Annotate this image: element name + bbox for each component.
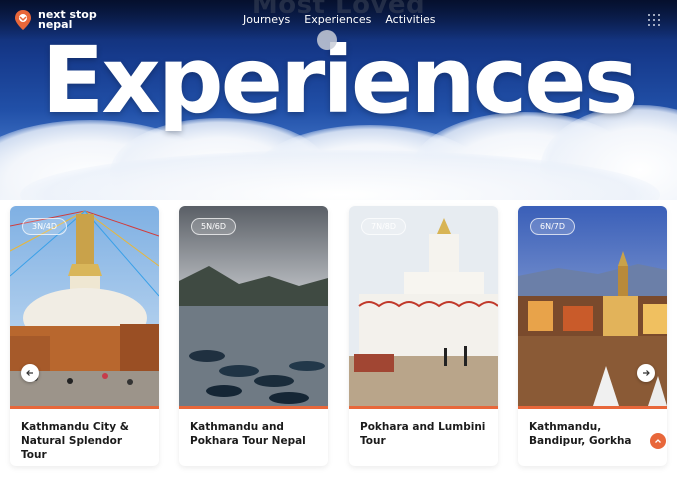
duration-badge: 3N/4D	[22, 218, 68, 235]
arrow-right-icon	[643, 370, 650, 376]
grid-menu-icon[interactable]	[648, 14, 660, 26]
tour-title[interactable]: Pokhara and Lumbini Tour	[360, 420, 490, 448]
nav-link-journeys[interactable]: Journeys	[243, 13, 290, 26]
hero-title: Experiences	[41, 27, 639, 134]
card-accent-bar	[518, 406, 667, 409]
tour-card[interactable]: 5N/6D Kathmandu and Pokhara Tour Nepal	[179, 206, 328, 466]
card-accent-bar	[10, 406, 159, 409]
brand-line-2: nepal	[38, 18, 73, 31]
carousel-next-button[interactable]	[637, 364, 655, 382]
tour-card[interactable]: 3N/4D Kathmandu City & Natural Splendor …	[10, 206, 159, 466]
tour-title[interactable]: Kathmandu, Bandipur, Gorkha	[529, 420, 659, 448]
main-nav: Journeys Experiences Activities	[243, 13, 436, 26]
brand-logo[interactable]: next stop nepal	[14, 9, 97, 31]
hero-banner: Most Loved Experiences	[0, 0, 677, 200]
brand-name: next stop nepal	[38, 9, 97, 31]
scroll-top-button[interactable]	[650, 433, 666, 449]
tour-image-lake	[179, 206, 328, 406]
carousel-prev-button[interactable]	[21, 364, 39, 382]
tour-card[interactable]: 6N/7D Kathmandu, Bandipur, Gorkha	[518, 206, 667, 466]
tour-card[interactable]: 7N/8D Pokhara and Lumbini Tour	[349, 206, 498, 466]
scroll-indicator	[317, 30, 337, 50]
duration-badge: 5N/6D	[191, 218, 237, 235]
tour-title[interactable]: Kathmandu and Pokhara Tour Nepal	[190, 420, 320, 448]
chevron-up-icon	[655, 439, 661, 443]
map-pin-icon	[14, 9, 32, 31]
card-accent-bar	[349, 406, 498, 409]
nav-link-activities[interactable]: Activities	[385, 13, 435, 26]
duration-badge: 7N/8D	[361, 218, 407, 235]
duration-badge: 6N/7D	[530, 218, 576, 235]
nav-link-experiences[interactable]: Experiences	[304, 13, 371, 26]
tour-title[interactable]: Kathmandu City & Natural Splendor Tour	[21, 420, 151, 462]
arrow-left-icon	[26, 370, 33, 376]
tour-image-temple	[349, 206, 498, 406]
card-accent-bar	[179, 406, 328, 409]
